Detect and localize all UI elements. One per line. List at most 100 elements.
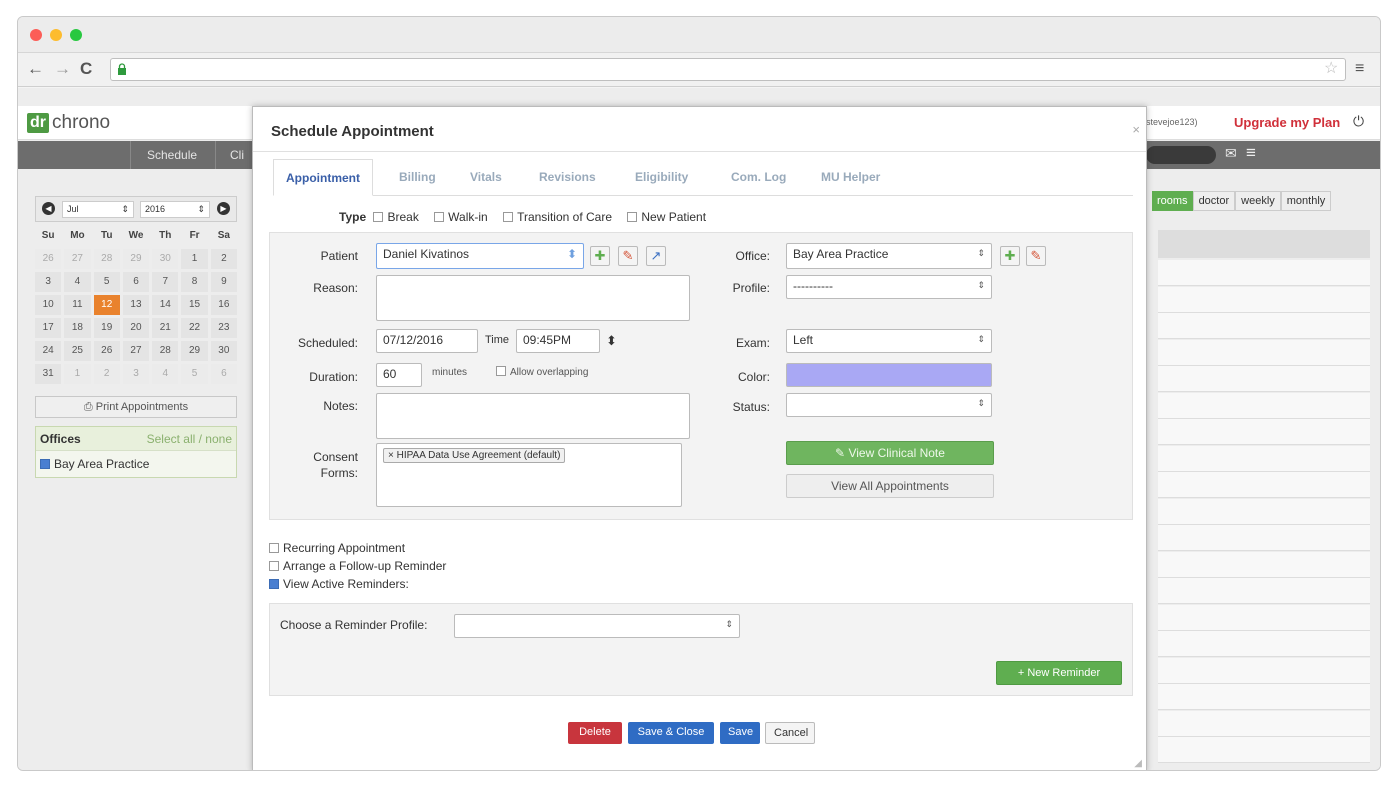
transition-checkbox[interactable] xyxy=(503,212,514,222)
calendar-day[interactable]: 27 xyxy=(64,249,91,269)
calendar-day[interactable]: 5 xyxy=(181,364,208,384)
prev-month-icon[interactable]: ◀ xyxy=(42,202,55,215)
close-icon[interactable]: × xyxy=(1132,122,1140,137)
tab-appointment[interactable]: Appointment xyxy=(273,159,373,196)
new-reminder-button[interactable]: + New Reminder xyxy=(996,661,1122,685)
calendar-day[interactable]: 25 xyxy=(64,341,91,361)
delete-button[interactable]: Delete xyxy=(568,722,622,744)
calendar-day[interactable]: 2 xyxy=(93,364,120,384)
scheduled-date-input[interactable]: 07/12/2016 xyxy=(376,329,478,353)
calendar-day[interactable]: 29 xyxy=(122,249,150,269)
view-all-appointments-button[interactable]: View All Appointments xyxy=(786,474,994,498)
schedule-slot[interactable] xyxy=(1158,260,1370,286)
calendar-day[interactable]: 27 xyxy=(122,341,150,361)
nav-clinical[interactable]: Cli xyxy=(230,148,244,162)
calendar-day[interactable]: 4 xyxy=(64,272,91,292)
year-select[interactable]: 2016 ⇕ xyxy=(140,201,210,218)
calendar-day[interactable]: 1 xyxy=(181,249,208,269)
duration-input[interactable]: 60 xyxy=(376,363,422,387)
calendar-day[interactable]: 28 xyxy=(93,249,120,269)
tab-vitals[interactable]: Vitals xyxy=(458,159,514,196)
exam-select[interactable]: Left ⇕ xyxy=(786,329,992,353)
consent-forms-input[interactable]: × HIPAA Data Use Agreement (default) xyxy=(376,443,682,507)
schedule-slot[interactable] xyxy=(1158,551,1370,578)
schedule-slot[interactable] xyxy=(1158,657,1370,684)
reminder-profile-select[interactable]: ⇕ xyxy=(454,614,740,638)
recurring-checkbox[interactable] xyxy=(269,543,279,553)
walkin-checkbox[interactable] xyxy=(434,212,445,222)
calendar-day[interactable]: 2 xyxy=(210,249,237,269)
calendar-day[interactable]: 4 xyxy=(152,364,179,384)
schedule-slot[interactable] xyxy=(1158,366,1370,392)
calendar-day[interactable]: 15 xyxy=(181,295,208,315)
edit-office-icon[interactable]: ✎ xyxy=(1026,246,1046,266)
calendar-day[interactable]: 23 xyxy=(210,318,237,338)
calendar-day[interactable]: 19 xyxy=(93,318,120,338)
tab-revisions[interactable]: Revisions xyxy=(527,159,608,196)
month-select[interactable]: Jul ⇕ xyxy=(62,201,134,218)
office-item[interactable]: Bay Area Practice xyxy=(36,451,236,477)
tab-monthly[interactable]: monthly xyxy=(1280,191,1332,211)
maximize-dot[interactable] xyxy=(70,29,82,41)
address-bar[interactable] xyxy=(110,58,1346,81)
schedule-slot[interactable] xyxy=(1158,286,1370,313)
time-input[interactable]: 09:45PM xyxy=(516,329,600,353)
tab-eligibility[interactable]: Eligibility xyxy=(623,159,700,196)
calendar-day[interactable]: 18 xyxy=(64,318,91,338)
calendar-day[interactable]: 17 xyxy=(35,318,62,338)
schedule-slot[interactable] xyxy=(1158,472,1370,498)
calendar-day[interactable]: 5 xyxy=(93,272,120,292)
schedule-slot[interactable] xyxy=(1158,710,1370,737)
notes-textarea[interactable] xyxy=(376,393,690,439)
next-month-icon[interactable]: ▶ xyxy=(217,202,230,215)
tab-com-log[interactable]: Com. Log xyxy=(719,159,798,196)
back-icon[interactable]: ← xyxy=(27,59,44,79)
save-button[interactable]: Save xyxy=(720,722,760,744)
calendar-day[interactable]: 29 xyxy=(181,341,208,361)
open-patient-icon[interactable]: ↗ xyxy=(646,246,666,266)
calendar-day[interactable]: 3 xyxy=(122,364,150,384)
drchrono-logo[interactable]: dr chrono xyxy=(27,112,110,134)
tab-mu-helper[interactable]: MU Helper xyxy=(809,159,892,196)
color-picker[interactable] xyxy=(786,363,992,387)
edit-patient-icon[interactable]: ✎ xyxy=(618,246,638,266)
followup-checkbox[interactable] xyxy=(269,561,279,571)
cancel-button[interactable]: Cancel xyxy=(765,722,815,744)
patient-search-icon[interactable]: ⬍ xyxy=(567,247,577,261)
break-checkbox[interactable] xyxy=(373,212,384,222)
schedule-slot[interactable] xyxy=(1158,604,1370,631)
status-select[interactable]: ⇕ xyxy=(786,393,992,417)
calendar-day[interactable]: 6 xyxy=(122,272,150,292)
tab-doctor[interactable]: doctor xyxy=(1192,191,1236,211)
nav-schedule[interactable]: Schedule xyxy=(147,148,197,162)
office-select[interactable]: Bay Area Practice ⇕ xyxy=(786,243,992,269)
calendar-day[interactable]: 10 xyxy=(35,295,62,315)
add-office-icon[interactable]: ✚ xyxy=(1000,246,1020,266)
calendar-day[interactable]: 1 xyxy=(64,364,91,384)
reason-textarea[interactable] xyxy=(376,275,690,321)
add-patient-icon[interactable]: ✚ xyxy=(590,246,610,266)
calendar-day[interactable]: 30 xyxy=(210,341,237,361)
time-stepper-icon[interactable]: ⬍ xyxy=(606,333,617,349)
schedule-slot[interactable] xyxy=(1158,419,1370,445)
schedule-slot[interactable] xyxy=(1158,525,1370,551)
new-patient-checkbox[interactable] xyxy=(627,212,638,222)
print-appointments-button[interactable]: ⎙ Print Appointments xyxy=(35,396,237,418)
calendar-day[interactable]: 7 xyxy=(152,272,179,292)
schedule-slot[interactable] xyxy=(1158,313,1370,339)
reload-icon[interactable]: C xyxy=(80,59,92,79)
calendar-day[interactable]: 13 xyxy=(122,295,150,315)
calendar-day[interactable]: 14 xyxy=(152,295,179,315)
checkbox-icon[interactable] xyxy=(40,459,50,469)
tab-weekly[interactable]: weekly xyxy=(1235,191,1281,211)
select-all-none[interactable]: Select all / none xyxy=(147,427,232,451)
calendar-day[interactable]: 24 xyxy=(35,341,62,361)
menu-icon[interactable]: ≡ xyxy=(1355,59,1364,79)
schedule-slot[interactable] xyxy=(1158,445,1370,472)
schedule-slot[interactable] xyxy=(1158,631,1370,657)
active-reminders-checkbox[interactable] xyxy=(269,579,279,589)
calendar-day[interactable]: 6 xyxy=(210,364,237,384)
view-clinical-note-button[interactable]: ✎ View Clinical Note xyxy=(786,441,994,465)
tab-rooms[interactable]: rooms xyxy=(1152,191,1193,211)
allow-overlapping-checkbox[interactable] xyxy=(496,366,506,376)
